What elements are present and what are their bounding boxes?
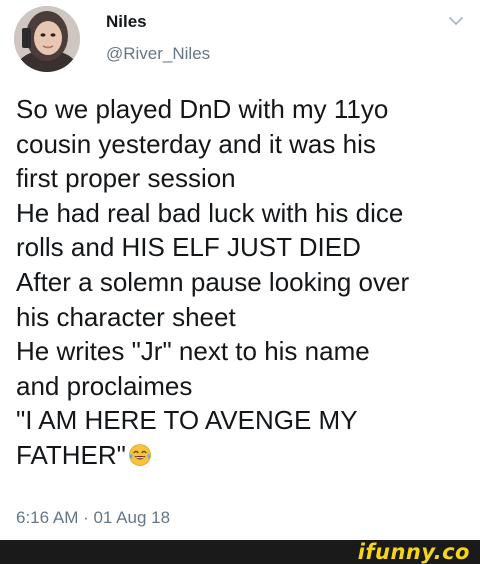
tweet-text-line: So we played DnD with my 11yo	[16, 94, 389, 124]
ifunny-watermark: ifunny.co	[357, 540, 470, 564]
tweet-text-line: After a solemn pause looking over	[16, 266, 410, 297]
tweet-text: So we played DnD with my 11yo cousin yes…	[16, 92, 472, 473]
tweet-text-line: cousin yesterday and it was his	[16, 128, 376, 159]
author-name[interactable]: Niles	[106, 12, 147, 32]
tweet-timestamp[interactable]: 6:16 AM · 01 Aug 18	[16, 508, 170, 528]
tweet-text-line: He writes "Jr" next to his name	[16, 336, 370, 367]
watermark-bar: ifunny.co	[0, 540, 480, 564]
tweet-text-line-last: FATHER"	[16, 438, 472, 473]
tweet-text-line: first proper session	[16, 163, 236, 194]
profile-photo-avatar	[14, 6, 80, 72]
author-handle[interactable]: @River_Niles	[106, 44, 210, 64]
avatar[interactable]	[14, 6, 80, 72]
tweet-text-line: rolls and HIS ELF JUST DIED	[16, 232, 361, 263]
chevron-down-icon[interactable]	[448, 16, 464, 26]
tears-of-joy-emoji-icon	[128, 444, 151, 466]
tweet-text-line: He had real bad luck with his dice	[16, 197, 404, 228]
tweet-card: Niles @River_Niles So we played DnD with…	[0, 0, 480, 540]
tweet-text-line: his character sheet	[16, 301, 236, 332]
tweet-text-line: "I AM HERE TO AVENGE MY	[16, 405, 358, 436]
tweet-text-fragment: FATHER"	[16, 439, 126, 470]
tweet-text-line: and proclaimes	[16, 370, 193, 401]
